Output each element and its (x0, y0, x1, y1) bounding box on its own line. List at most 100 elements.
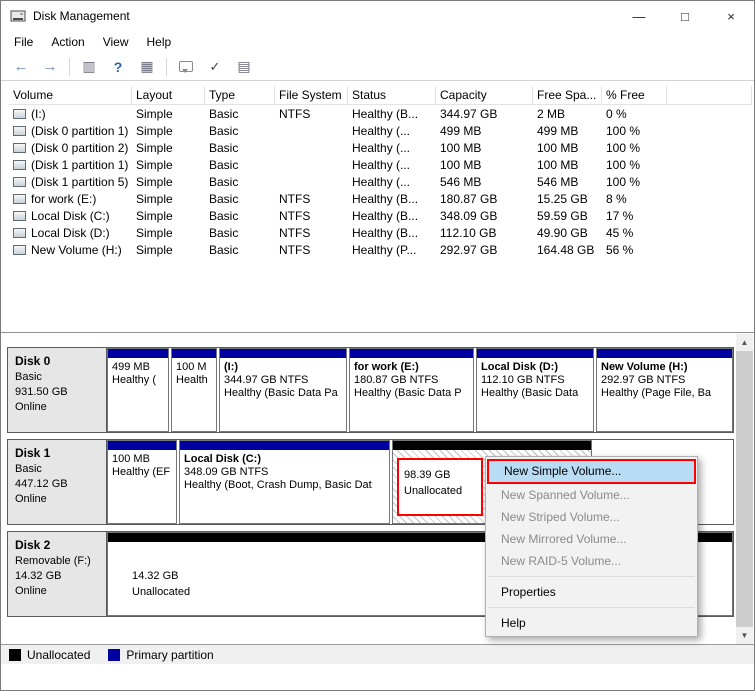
cell-capacity: 546 MB (440, 174, 482, 189)
comment-icon[interactable] (176, 57, 196, 77)
volume-row[interactable]: for work (E:) Simple Basic NTFS Healthy … (9, 190, 752, 207)
disk-kind: Basic (15, 463, 42, 475)
cell-free-space: 546 MB (537, 174, 579, 189)
cell-layout: Simple (136, 106, 173, 121)
cell-layout: Simple (136, 208, 173, 223)
minimize-button[interactable]: — (616, 1, 662, 31)
partition-block[interactable]: 499 MB Healthy ( (107, 348, 169, 432)
disk-info-0[interactable]: Disk 0 Basic 931.50 GB Online (8, 348, 107, 432)
column-header-pct-free[interactable]: % Free (602, 86, 667, 104)
cell-volume: (Disk 1 partition 1) (31, 157, 129, 172)
cell-status: Healthy (... (352, 174, 411, 189)
cell-volume: (Disk 0 partition 2) (31, 140, 129, 155)
toolbar: ← → ▥ ? ▦ ✓ ▤ (1, 53, 754, 81)
cell-file-system: NTFS (279, 208, 311, 223)
menu-action[interactable]: Action (42, 32, 93, 52)
column-header-file-system[interactable]: File System (275, 86, 348, 104)
partition-block[interactable]: Local Disk (C:) 348.09 GB NTFS Healthy (Bo… (179, 440, 390, 524)
menu-view[interactable]: View (94, 32, 138, 52)
show-console-tree-icon[interactable]: ▥ (79, 57, 99, 77)
cell-free-space: 164.48 GB (537, 242, 595, 257)
volume-row[interactable]: Local Disk (D:) Simple Basic NTFS Health… (9, 224, 752, 241)
cell-volume: Local Disk (D:) (31, 225, 110, 240)
primary-partition-bar (108, 441, 176, 450)
partition-block[interactable]: (I:) 344.97 GB NTFS Healthy (Basic Data Pa (219, 348, 347, 432)
column-header-capacity[interactable]: Capacity (436, 86, 533, 104)
menu-separator (488, 576, 695, 577)
cell-free-space: 100 MB (537, 157, 579, 172)
help-icon[interactable]: ? (108, 57, 128, 77)
cell-layout: Simple (136, 157, 173, 172)
drive-icon (13, 176, 26, 187)
drive-icon (13, 108, 26, 119)
drive-icon (13, 142, 26, 153)
cell-volume: New Volume (H:) (31, 242, 122, 257)
check-disk-icon[interactable]: ✓ (205, 57, 225, 77)
volume-row[interactable]: (Disk 0 partition 2) Simple Basic Health… (9, 139, 752, 156)
menu-file[interactable]: File (5, 32, 42, 52)
cell-pct-free: 45 % (606, 225, 634, 240)
volume-table: Volume Layout Type File System Status Ca… (9, 86, 752, 258)
cell-type: Basic (209, 157, 239, 172)
partition-block[interactable]: for work (E:) 180.87 GB NTFS Healthy (Basi… (349, 348, 474, 432)
cell-file-system: NTFS (279, 242, 311, 257)
cell-layout: Simple (136, 174, 173, 189)
primary-partition-bar (172, 349, 216, 358)
volume-row[interactable]: (Disk 1 partition 1) Simple Basic Health… (9, 156, 752, 173)
disk-info-1[interactable]: Disk 1 Basic 447.12 GB Online (8, 440, 107, 524)
column-header-volume[interactable]: Volume (9, 86, 132, 104)
column-header-type[interactable]: Type (205, 86, 275, 104)
list-view-icon[interactable]: ▤ (234, 57, 254, 77)
volume-row[interactable]: Local Disk (C:) Simple Basic NTFS Health… (9, 207, 752, 224)
context-menu: New Simple Volume... New Spanned Volume.… (485, 456, 698, 637)
partition-block[interactable]: Local Disk (D:) 112.10 GB NTFS Healthy (Ba… (476, 348, 594, 432)
menu-item-new-simple-volume[interactable]: New Simple Volume... (487, 459, 696, 484)
volume-row[interactable]: (Disk 1 partition 5) Simple Basic Health… (9, 173, 752, 190)
cell-capacity: 180.87 GB (440, 191, 498, 206)
back-icon[interactable]: ← (11, 57, 31, 77)
menu-help[interactable]: Help (138, 32, 181, 52)
volume-row[interactable]: (Disk 0 partition 1) Simple Basic Health… (9, 122, 752, 139)
vertical-scrollbar[interactable]: ▲ ▼ (736, 334, 753, 644)
partition-block[interactable]: New Volume (H:) 292.97 GB NTFS Healthy (Pa… (596, 348, 733, 432)
maximize-button[interactable]: □ (662, 1, 708, 31)
cell-layout: Simple (136, 191, 173, 206)
menu-item-properties[interactable]: Properties (486, 581, 697, 603)
cell-type: Basic (209, 191, 239, 206)
cell-type: Basic (209, 208, 239, 223)
forward-icon[interactable]: → (40, 57, 60, 77)
partition-block[interactable]: 100 M Health (171, 348, 217, 432)
partition-block[interactable]: 100 MB Healthy (EF (107, 440, 177, 524)
menu-item-help[interactable]: Help (486, 612, 697, 634)
cell-layout: Simple (136, 123, 173, 138)
column-header-free-space[interactable]: Free Spa... (533, 86, 602, 104)
window-controls: — □ × (616, 1, 754, 31)
menu-separator (488, 607, 695, 608)
disk-status: Online (15, 585, 47, 597)
column-header-layout[interactable]: Layout (132, 86, 205, 104)
volume-row[interactable]: New Volume (H:) Simple Basic NTFS Health… (9, 241, 752, 258)
column-header-status[interactable]: Status (348, 86, 436, 104)
legend-bar: Unallocated Primary partition (1, 644, 754, 664)
cell-status: Healthy (B... (352, 225, 419, 240)
volume-row[interactable]: (I:) Simple Basic NTFS Healthy (B... 344… (9, 105, 752, 122)
cell-type: Basic (209, 106, 239, 121)
disk-kind: Removable (F:) (15, 555, 91, 567)
unallocated-legend-label: Unallocated (27, 647, 91, 662)
cell-free-space: 59.59 GB (537, 208, 588, 223)
disk-info-2[interactable]: Disk 2 Removable (F:) 14.32 GB Online (8, 532, 107, 616)
cell-file-system: NTFS (279, 191, 311, 206)
unallocated-bar (393, 441, 591, 450)
app-icon (10, 10, 26, 22)
scroll-up-button[interactable]: ▲ (736, 334, 753, 351)
scrollbar-thumb[interactable] (736, 351, 753, 627)
menu-bar: File Action View Help (1, 31, 754, 53)
close-button[interactable]: × (708, 1, 754, 31)
scroll-down-button[interactable]: ▼ (736, 627, 753, 644)
drive-icon (13, 210, 26, 221)
column-header-filler (667, 86, 752, 104)
cell-capacity: 292.97 GB (440, 242, 498, 257)
cell-capacity: 100 MB (440, 157, 482, 172)
details-view-icon[interactable]: ▦ (137, 57, 157, 77)
cell-file-system: NTFS (279, 106, 311, 121)
